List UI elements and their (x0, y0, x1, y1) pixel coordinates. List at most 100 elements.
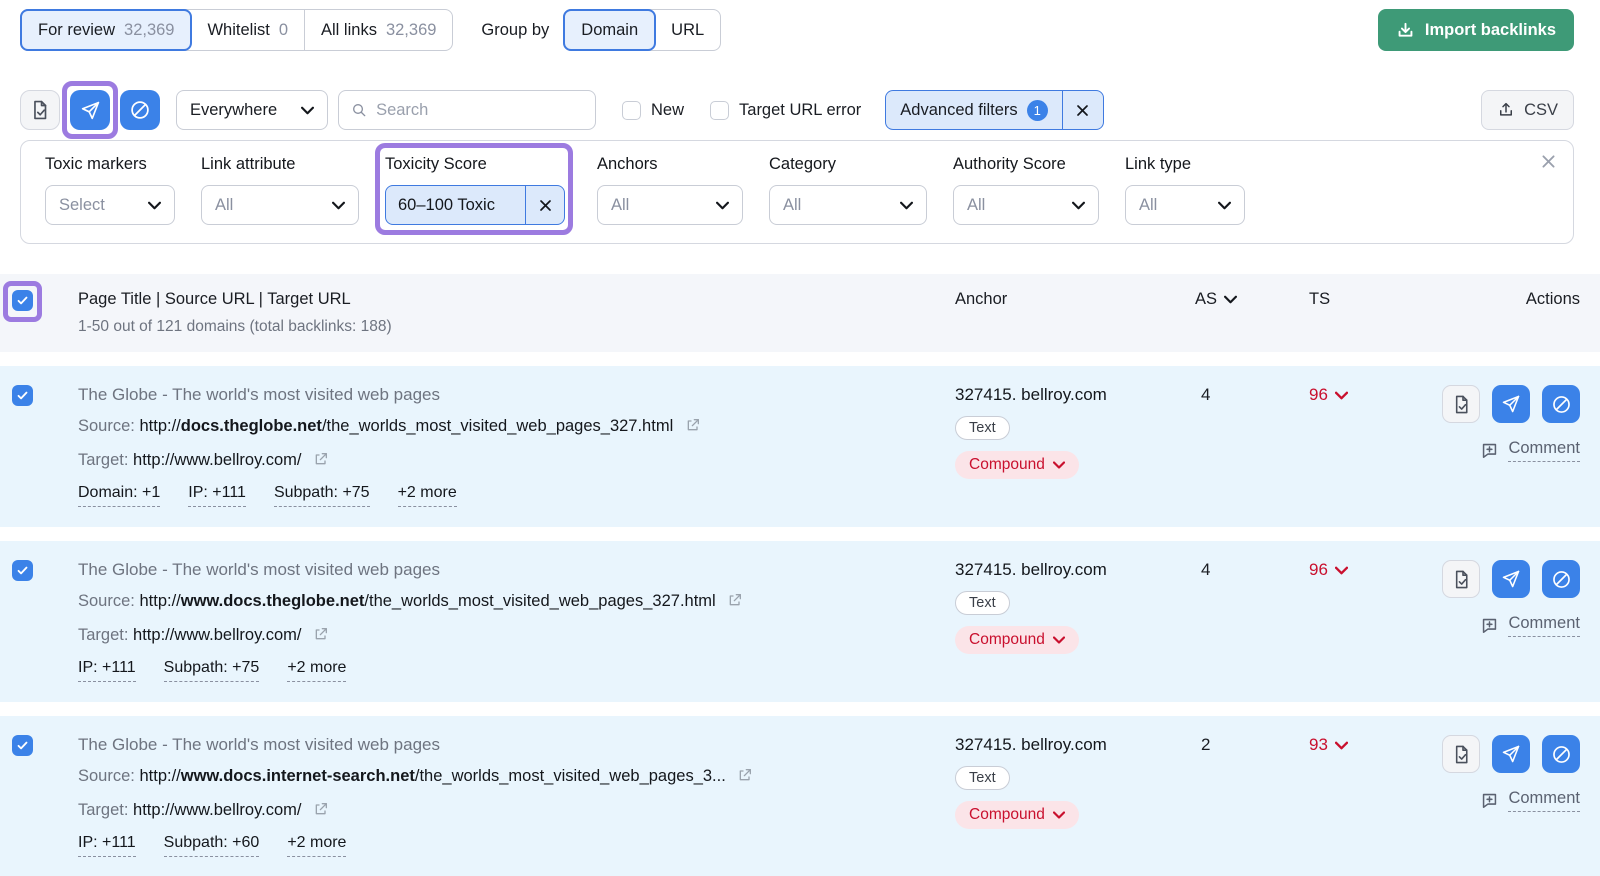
filter-value: All (215, 195, 234, 214)
document-check-icon (1455, 570, 1468, 588)
toxicity-score-select[interactable]: 60–100 Toxic (386, 186, 525, 224)
block-icon (1552, 395, 1570, 413)
advanced-filters-button[interactable]: Advanced filters 1 (886, 91, 1061, 129)
download-icon (1398, 22, 1413, 37)
tab-whitelist[interactable]: Whitelist 0 (191, 10, 306, 50)
authority-score-select[interactable]: All (953, 185, 1099, 225)
target-url-error-checkbox[interactable]: Target URL error (710, 100, 861, 120)
chevron-down-icon (1052, 461, 1065, 469)
source-label: Source: (78, 767, 135, 785)
group-by-domain[interactable]: Domain (563, 9, 657, 51)
anchor-type-badge: Text (955, 766, 1010, 790)
target-url[interactable]: http://www.bellroy.com/ (133, 451, 301, 469)
row-whitelist-button[interactable] (1442, 385, 1480, 423)
match-type-badge[interactable]: Compound (955, 626, 1079, 654)
row-remove-button[interactable] (1492, 385, 1530, 423)
row-remove-button[interactable] (1492, 560, 1530, 598)
tab-label: All links (321, 20, 377, 39)
document-check-icon (1455, 745, 1468, 763)
checkbox-unchecked[interactable] (622, 100, 641, 120)
source-url[interactable]: http://docs.theglobe.net/the_worlds_most… (139, 417, 673, 435)
import-backlinks-button[interactable]: Import backlinks (1377, 9, 1574, 51)
search-input[interactable] (376, 100, 583, 120)
column-as-sort[interactable]: AS (1195, 290, 1295, 309)
search-scope-select[interactable]: Everywhere (176, 90, 328, 130)
row-disavow-button[interactable] (1542, 385, 1580, 423)
move-to-remove-list-button[interactable] (70, 90, 110, 130)
match-type-badge[interactable]: Compound (955, 801, 1079, 829)
more-tags-link[interactable]: +2 more (287, 659, 347, 682)
toxic-marker-tag[interactable]: Domain: +1 (78, 484, 161, 507)
link-type-select[interactable]: All (1125, 185, 1245, 225)
toxic-marker-tag[interactable]: IP: +111 (188, 484, 246, 507)
tab-all-links[interactable]: All links 32,369 (305, 10, 452, 50)
clear-advanced-filters-button[interactable] (1063, 91, 1103, 129)
checkbox-unchecked[interactable] (710, 100, 730, 120)
advanced-filters-panel: Toxic markers Select Link attribute All … (20, 140, 1574, 244)
search-scope-value: Everywhere (190, 100, 278, 119)
check-icon (17, 741, 28, 750)
row-disavow-button[interactable] (1542, 735, 1580, 773)
row-checkbox[interactable] (12, 560, 33, 581)
block-icon (131, 101, 149, 119)
external-link-icon[interactable] (313, 801, 329, 817)
external-link-icon[interactable] (737, 767, 753, 783)
toxic-marker-tag[interactable]: Subpath: +75 (163, 659, 260, 682)
add-comment-button[interactable]: Comment (1480, 789, 1580, 812)
tab-count: 0 (278, 20, 289, 39)
toxic-marker-tag[interactable]: Subpath: +60 (163, 834, 260, 857)
column-anchor: Anchor (955, 290, 1008, 308)
move-to-disavow-button[interactable] (120, 90, 160, 130)
external-link-icon[interactable] (727, 592, 743, 608)
target-url[interactable]: http://www.bellroy.com/ (133, 801, 301, 819)
close-filter-panel-button[interactable] (1540, 153, 1557, 173)
select-all-checkbox[interactable] (12, 290, 33, 311)
toxicity-score-value[interactable]: 96 (1295, 560, 1348, 580)
group-by-url[interactable]: URL (655, 10, 720, 50)
source-url[interactable]: http://www.docs.internet-search.net/the_… (139, 767, 725, 785)
toxicity-score-value[interactable]: 96 (1295, 385, 1348, 405)
more-tags-link[interactable]: +2 more (397, 484, 457, 507)
comment-label: Comment (1508, 614, 1580, 637)
row-disavow-button[interactable] (1542, 560, 1580, 598)
toxicity-score-value[interactable]: 93 (1295, 735, 1348, 755)
chevron-down-icon (1052, 636, 1065, 644)
sort-desc-icon (1224, 295, 1238, 304)
clear-toxicity-score-button[interactable] (526, 186, 564, 224)
toxic-marker-tag[interactable]: Subpath: +75 (273, 484, 370, 507)
tab-for-review[interactable]: For review 32,369 (20, 9, 193, 51)
new-filter-checkbox[interactable]: New (622, 100, 684, 120)
filter-label: Link attribute (201, 155, 296, 173)
external-link-icon[interactable] (685, 417, 701, 433)
filter-anchors: Anchors All (597, 155, 743, 225)
row-whitelist-button[interactable] (1442, 560, 1480, 598)
match-type-badge[interactable]: Compound (955, 451, 1079, 479)
row-checkbox[interactable] (12, 735, 33, 756)
chevron-down-icon (332, 201, 345, 209)
link-attribute-select[interactable]: All (201, 185, 359, 225)
add-comment-button[interactable]: Comment (1480, 614, 1580, 637)
toxic-marker-tag[interactable]: IP: +111 (78, 834, 136, 857)
toxic-marker-tag[interactable]: IP: +111 (78, 659, 136, 682)
add-comment-button[interactable]: Comment (1480, 439, 1580, 462)
more-tags-link[interactable]: +2 more (287, 834, 347, 857)
toxic-markers-select[interactable]: Select (45, 185, 175, 225)
page-title: The Globe - The world's most visited web… (78, 385, 440, 404)
anchor-type-badge: Text (955, 591, 1010, 615)
target-url[interactable]: http://www.bellroy.com/ (133, 626, 301, 644)
filter-value: Select (59, 195, 105, 214)
check-icon (17, 391, 28, 400)
filter-category: Category All (769, 155, 927, 225)
category-select[interactable]: All (769, 185, 927, 225)
row-remove-button[interactable] (1492, 735, 1530, 773)
external-link-icon[interactable] (313, 626, 329, 642)
export-csv-button[interactable]: CSV (1481, 90, 1574, 130)
page-title: The Globe - The world's most visited web… (78, 560, 440, 579)
source-url[interactable]: http://www.docs.theglobe.net/the_worlds_… (139, 592, 715, 610)
row-whitelist-button[interactable] (1442, 735, 1480, 773)
anchors-select[interactable]: All (597, 185, 743, 225)
results-summary: 1-50 out of 121 domains (total backlinks… (78, 318, 392, 335)
external-link-icon[interactable] (313, 451, 329, 467)
row-checkbox[interactable] (12, 385, 33, 406)
move-to-whitelist-button[interactable] (20, 90, 60, 130)
